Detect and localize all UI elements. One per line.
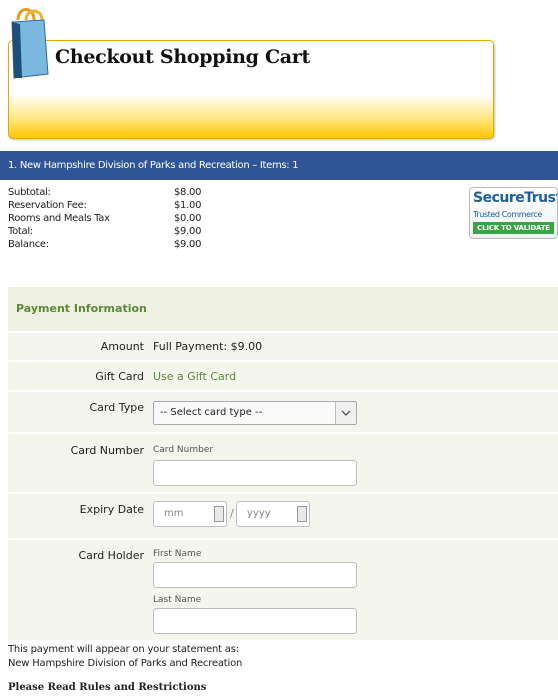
summary-value: $9.00 [174, 239, 202, 250]
expiry-row: Expiry Date mm / yyyy [8, 494, 558, 538]
card-number-label: Card Number [70, 444, 144, 457]
order-summary: Subtotal: $8.00 Reservation Fee: $1.00 Roo… [8, 186, 228, 251]
card-number-input[interactable] [153, 460, 357, 486]
summary-value: $8.00 [174, 187, 202, 198]
expiry-year-placeholder: yyyy [247, 508, 271, 519]
gift-card-row: Gift Card Use a Gift Card [8, 362, 558, 390]
last-name-input[interactable] [153, 608, 357, 634]
card-type-row: Card Type -- Select card type -- [8, 392, 558, 432]
summary-label: Balance: [8, 239, 49, 250]
amount-value: Full Payment: $9.00 [153, 340, 263, 353]
summary-value: $1.00 [174, 200, 202, 211]
summary-label: Total: [8, 226, 33, 237]
card-type-label: Card Type [89, 401, 145, 414]
summary-value: $0.00 [174, 213, 202, 224]
summary-row: Total: $9.00 [8, 225, 228, 238]
expiry-month-input[interactable]: mm [153, 501, 227, 527]
card-number-row: Card Number Card Number [8, 434, 558, 492]
expiry-month-placeholder: mm [164, 508, 184, 519]
first-name-label: First Name [153, 549, 202, 559]
last-name-label: Last Name [153, 595, 202, 605]
use-gift-card-link[interactable]: Use a Gift Card [153, 370, 236, 383]
expiry-label: Expiry Date [79, 503, 144, 516]
cart-agency-bar: 1. New Hampshire Division of Parks and R… [0, 151, 558, 180]
expiry-year-input[interactable]: yyyy [236, 501, 310, 527]
rules-link[interactable]: Please Read Rules and Restrictions [8, 682, 206, 693]
summary-label: Rooms and Meals Tax [8, 213, 110, 224]
card-type-value: -- Select card type -- [160, 407, 263, 418]
first-name-input[interactable] [153, 562, 357, 588]
gift-card-label: Gift Card [95, 370, 144, 383]
amount-label: Amount [100, 340, 144, 353]
card-type-select[interactable]: -- Select card type -- [153, 401, 357, 425]
amount-row: Amount Full Payment: $9.00 [8, 333, 558, 360]
card-number-sublabel: Card Number [153, 445, 214, 455]
statement-line-1: This payment will appear on your stateme… [8, 644, 239, 655]
statement-line-2: New Hampshire Division of Parks and Recr… [8, 658, 243, 669]
summary-row: Subtotal: $8.00 [8, 186, 228, 199]
summary-row: Rooms and Meals Tax $0.00 [8, 212, 228, 225]
payment-info-header: Payment Information [8, 287, 558, 331]
spinner-icon[interactable] [214, 506, 224, 522]
spinner-icon[interactable] [297, 506, 307, 522]
shopping-bag-icon [11, 8, 49, 79]
summary-label: Reservation Fee: [8, 200, 87, 211]
securetrust-badge[interactable]: SecureTrust Trusted Commerce CLICK TO VA… [469, 187, 558, 239]
chevron-down-icon [335, 402, 356, 424]
badge-subtitle: Trusted Commerce [473, 210, 542, 219]
summary-row: Reservation Fee: $1.00 [8, 199, 228, 212]
expiry-separator: / [230, 507, 234, 520]
summary-value: $9.00 [174, 226, 202, 237]
page-title: Checkout Shopping Cart [55, 46, 310, 68]
summary-row: Balance: $9.00 [8, 238, 228, 251]
card-holder-label: Card Holder [78, 549, 144, 562]
summary-label: Subtotal: [8, 187, 51, 198]
badge-brand: SecureTrust [473, 190, 558, 206]
badge-validate-button[interactable]: CLICK TO VALIDATE [473, 222, 554, 234]
card-holder-row: Card Holder First Name Last Name [8, 540, 558, 640]
